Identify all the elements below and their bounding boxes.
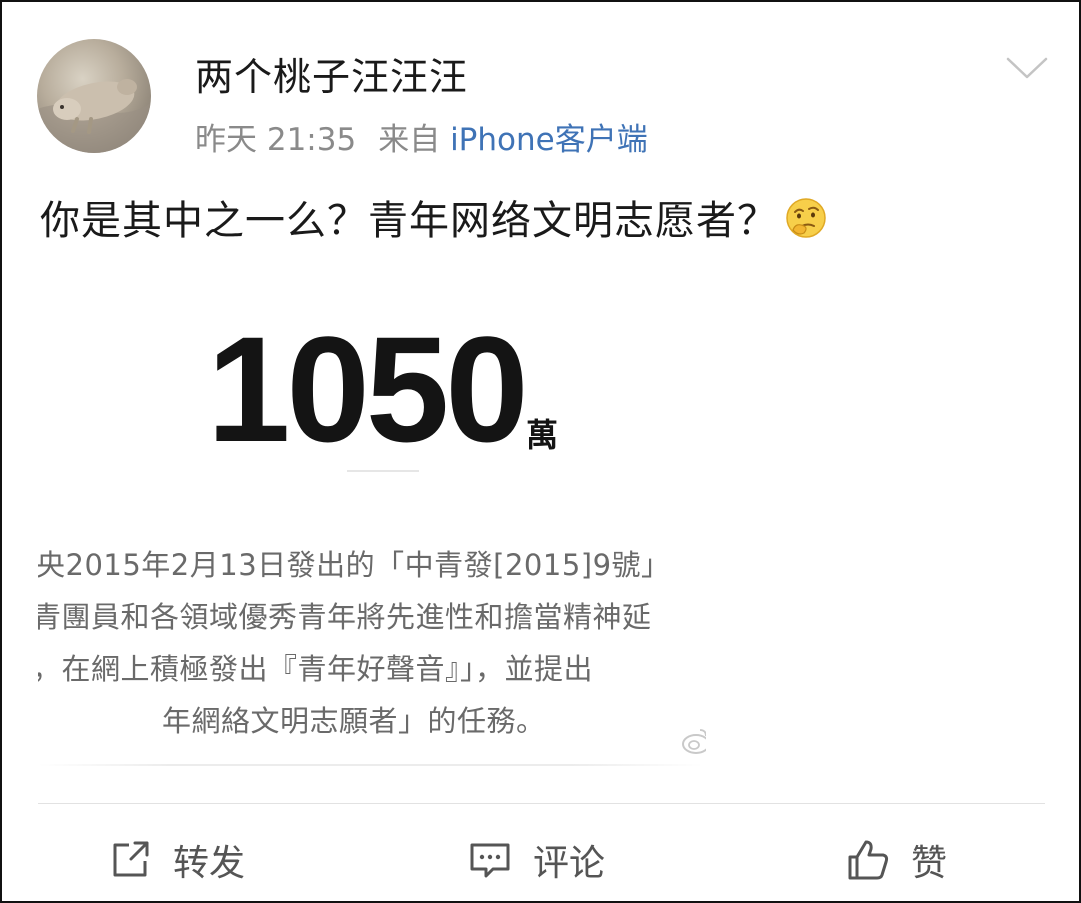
share-icon xyxy=(113,841,149,877)
weibo-watermark-icon xyxy=(682,729,706,754)
post-time: 昨天 21:35 xyxy=(195,122,357,158)
thinking-face-emoji-icon xyxy=(786,198,826,238)
like-label: 赞 xyxy=(911,843,948,884)
weibo-post-card: 两个桃子汪汪汪 昨天 21:35 来自 iPhone客户端 你是其中之一么？青年网… xyxy=(0,0,1081,903)
like-button[interactable]: 赞 xyxy=(845,834,947,886)
dog-photo-icon xyxy=(37,79,151,153)
comment-label: 评论 xyxy=(533,843,606,884)
quote-line: 青團員和各領域優秀青年將先進性和擔當精神延 xyxy=(38,600,652,634)
avatar[interactable] xyxy=(37,39,151,153)
source-link[interactable]: iPhone客户端 xyxy=(450,122,648,158)
repost-button[interactable]: 转发 xyxy=(107,834,245,886)
source-prefix: 来自 xyxy=(378,122,441,158)
quote-line: 央2015年2月13日發出的「中青發[2015]9號」 xyxy=(38,548,671,582)
post-meta: 昨天 21:35 来自 iPhone客户端 xyxy=(195,114,648,159)
thumbs-up-icon xyxy=(848,840,889,880)
comment-icon xyxy=(470,843,510,878)
quote-text-block: 央2015年2月13日發出的「中青發[2015]9號」 青團員和各領域優秀青年將… xyxy=(38,532,703,764)
post-body: 你是其中之一么？青年网络文明志愿者？ xyxy=(40,188,828,246)
username[interactable]: 两个桃子汪汪汪 xyxy=(195,46,468,101)
stat-unit: 萬 xyxy=(526,416,559,454)
chevron-down-icon[interactable] xyxy=(1005,54,1049,82)
number-underline xyxy=(347,470,419,472)
post-text: 你是其中之一么？青年网络文明志愿者？ xyxy=(40,198,778,244)
quote-line: 年網絡文明志願者」的任務。 xyxy=(162,704,546,738)
comment-button[interactable]: 评论 xyxy=(467,834,605,886)
quote-line: ，在網上積極發出『青年好聲音』」，並提出 xyxy=(38,652,594,686)
stat-number: 1050 xyxy=(207,305,529,473)
image-bottom-edge xyxy=(38,764,703,766)
action-bar-divider xyxy=(38,803,1045,804)
repost-label: 转发 xyxy=(173,843,246,884)
